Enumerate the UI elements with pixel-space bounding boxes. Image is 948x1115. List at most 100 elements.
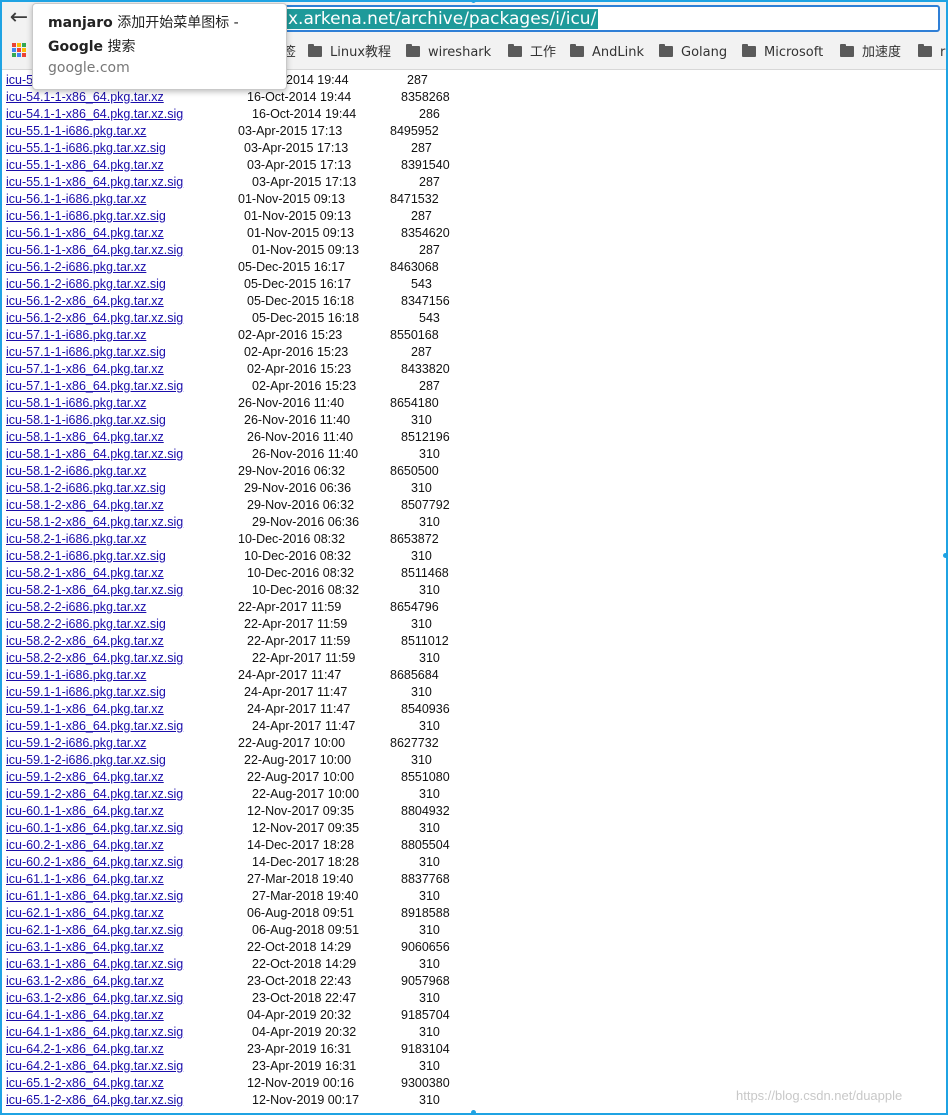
bookmark-item[interactable]: Linux教程 [308,44,391,62]
file-date: 23-Apr-2019 16:31 [247,1042,352,1056]
file-link[interactable]: icu-58.2-2-i686.pkg.tar.xz [6,599,146,616]
file-link[interactable]: icu-58.1-2-x86_64.pkg.tar.xz [6,497,164,514]
file-link[interactable]: icu-59.1-2-i686.pkg.tar.xz.sig [6,752,166,769]
file-date: 24-Apr-2017 11:47 [238,668,342,682]
file-link[interactable]: icu-58.2-2-i686.pkg.tar.xz.sig [6,616,166,633]
file-row: icu-61.1-1-x86_64.pkg.tar.xz.sig 27-Mar-2… [6,888,936,905]
file-size: 287 [411,345,432,359]
file-size: 310 [419,923,440,937]
resize-handle-right[interactable] [943,553,948,558]
file-link[interactable]: icu-59.1-1-i686.pkg.tar.xz.sig [6,684,166,701]
file-link[interactable]: icu-64.2-1-x86_64.pkg.tar.xz.sig [6,1058,183,1075]
file-link[interactable]: icu-54.1-1-x86_64.pkg.tar.xz.sig [6,106,183,123]
file-size: 8685684 [390,668,439,682]
file-link[interactable]: icu-63.1-2-x86_64.pkg.tar.xz.sig [6,990,183,1007]
bookmark-item[interactable]: Microsoft [742,44,823,62]
file-link[interactable]: icu-56.1-1-x86_64.pkg.tar.xz.sig [6,242,183,259]
file-link[interactable]: icu-58.2-2-x86_64.pkg.tar.xz [6,633,164,650]
file-row: icu-64.1-1-x86_64.pkg.tar.xz.sig 04-Apr-2… [6,1024,936,1041]
file-size: 310 [419,583,440,597]
file-link[interactable]: icu-64.2-1-x86_64.pkg.tar.xz [6,1041,164,1058]
file-link[interactable]: icu-58.2-2-x86_64.pkg.tar.xz.sig [6,650,183,667]
bookmark-item[interactable]: Golang [659,44,727,62]
file-link[interactable]: icu-57.1-1-x86_64.pkg.tar.xz [6,361,164,378]
bookmark-label: wireshark [428,45,492,60]
file-link[interactable]: icu-58.1-1-i686.pkg.tar.xz.sig [6,412,166,429]
file-link[interactable]: icu-59.1-2-x86_64.pkg.tar.xz [6,769,164,786]
file-link[interactable]: icu-63.1-2-x86_64.pkg.tar.xz [6,973,164,990]
file-link[interactable]: icu-61.1-1-x86_64.pkg.tar.xz.sig [6,888,183,905]
file-row: icu-55.1-1-i686.pkg.tar.xz 03-Apr-2015 17… [6,123,936,140]
file-link[interactable]: icu-55.1-1-i686.pkg.tar.xz.sig [6,140,166,157]
file-link[interactable]: icu-55.1-1-x86_64.pkg.tar.xz [6,157,164,174]
file-link[interactable]: icu-55.1-1-x86_64.pkg.tar.xz.sig [6,174,183,191]
file-link[interactable]: icu-65.1-2-x86_64.pkg.tar.xz [6,1075,164,1092]
address-bar-url[interactable]: x.arkena.net/archive/packages/i/icu/ [286,9,599,29]
file-link[interactable]: icu-58.2-1-i686.pkg.tar.xz [6,531,146,548]
file-link[interactable]: icu-58.1-2-i686.pkg.tar.xz.sig [6,480,166,497]
file-link[interactable]: icu-56.1-2-x86_64.pkg.tar.xz [6,293,164,310]
suggestion-title[interactable]: manjaro 添加开始菜单图标 - [48,12,239,32]
resize-handle-bottom[interactable] [471,1110,476,1115]
file-link[interactable]: icu-62.1-1-x86_64.pkg.tar.xz.sig [6,922,183,939]
file-link[interactable]: icu-58.1-2-x86_64.pkg.tar.xz.sig [6,514,183,531]
file-link[interactable]: icu-58.2-1-i686.pkg.tar.xz.sig [6,548,166,565]
file-date: 22-Aug-2017 10:00 [238,736,346,750]
file-link[interactable]: icu-64.1-1-x86_64.pkg.tar.xz [6,1007,164,1024]
file-link[interactable]: icu-5 [6,72,33,89]
file-link[interactable]: icu-55.1-1-i686.pkg.tar.xz [6,123,146,140]
file-link[interactable]: icu-58.2-1-x86_64.pkg.tar.xz.sig [6,582,183,599]
file-link[interactable]: icu-56.1-1-x86_64.pkg.tar.xz [6,225,164,242]
file-link[interactable]: icu-58.1-1-x86_64.pkg.tar.xz.sig [6,446,183,463]
file-date: 22-Oct-2018 14:29 [247,940,352,954]
file-link[interactable]: icu-60.1-1-x86_64.pkg.tar.xz [6,803,164,820]
file-link[interactable]: icu-58.2-1-x86_64.pkg.tar.xz [6,565,164,582]
bookmark-label: Linux教程 [330,45,392,60]
back-arrow-icon[interactable]: ← [6,6,32,32]
file-size: 543 [411,277,432,291]
file-link[interactable]: icu-56.1-2-x86_64.pkg.tar.xz.sig [6,310,183,327]
file-row: icu-58.2-2-i686.pkg.tar.xz.sig 22-Apr-201… [6,616,936,633]
file-link[interactable]: icu-63.1-1-x86_64.pkg.tar.xz [6,939,164,956]
file-link[interactable]: icu-59.1-2-i686.pkg.tar.xz [6,735,146,752]
file-link[interactable]: icu-56.1-1-i686.pkg.tar.xz.sig [6,208,166,225]
file-link[interactable]: icu-56.1-1-i686.pkg.tar.xz [6,191,146,208]
file-link[interactable]: icu-65.1-2-x86_64.pkg.tar.xz.sig [6,1092,183,1109]
file-link[interactable]: icu-59.1-1-x86_64.pkg.tar.xz [6,701,164,718]
file-link[interactable]: icu-63.1-1-x86_64.pkg.tar.xz.sig [6,956,183,973]
bookmark-item[interactable]: 加速度 [840,44,901,62]
file-size: 8471532 [390,192,439,206]
bookmark-label: 工作 [530,45,557,60]
file-link[interactable]: icu-59.1-1-i686.pkg.tar.xz [6,667,146,684]
file-size: 310 [419,889,440,903]
file-link[interactable]: icu-56.1-2-i686.pkg.tar.xz.sig [6,276,166,293]
file-link[interactable]: icu-59.1-2-x86_64.pkg.tar.xz.sig [6,786,183,803]
file-link[interactable]: icu-56.1-2-i686.pkg.tar.xz [6,259,146,276]
file-link[interactable]: icu-60.1-1-x86_64.pkg.tar.xz.sig [6,820,183,837]
file-link[interactable]: icu-57.1-1-i686.pkg.tar.xz.sig [6,344,166,361]
bookmark-item[interactable]: AndLink [570,44,644,62]
bookmark-item[interactable]: wireshark [406,44,491,62]
file-link[interactable]: icu-60.2-1-x86_64.pkg.tar.xz [6,837,164,854]
apps-grid-icon[interactable] [12,43,26,57]
file-row: icu-59.1-2-i686.pkg.tar.xz 22-Aug-2017 10… [6,735,936,752]
file-link[interactable]: icu-57.1-1-i686.pkg.tar.xz [6,327,146,344]
file-link[interactable]: icu-62.1-1-x86_64.pkg.tar.xz [6,905,164,922]
file-link[interactable]: icu-60.2-1-x86_64.pkg.tar.xz.sig [6,854,183,871]
file-link[interactable]: icu-59.1-1-x86_64.pkg.tar.xz.sig [6,718,183,735]
file-row: icu-58.1-2-x86_64.pkg.tar.xz 29-Nov-2016 … [6,497,936,514]
bookmark-item[interactable]: r [918,44,945,62]
file-link[interactable]: icu-58.1-1-x86_64.pkg.tar.xz [6,429,164,446]
file-date: 03-Apr-2015 17:13 [244,141,349,155]
file-link[interactable]: icu-57.1-1-x86_64.pkg.tar.xz.sig [6,378,183,395]
file-link[interactable]: icu-64.1-1-x86_64.pkg.tar.xz.sig [6,1024,183,1041]
file-link[interactable]: icu-58.1-2-i686.pkg.tar.xz [6,463,146,480]
file-link[interactable]: icu-58.1-1-i686.pkg.tar.xz [6,395,146,412]
file-size: 8433820 [401,362,450,376]
file-link[interactable]: icu-54.1-1-x86_64.pkg.tar.xz [6,89,164,106]
file-row: icu-63.1-1-x86_64.pkg.tar.xz 22-Oct-2018 … [6,939,936,956]
file-link[interactable]: icu-61.1-1-x86_64.pkg.tar.xz [6,871,164,888]
omnibox-suggestion-popup[interactable]: manjaro 添加开始菜单图标 - Google 搜索 google.com [32,3,287,90]
bookmark-item[interactable]: 工作 [508,44,556,62]
file-row: icu-62.1-1-x86_64.pkg.tar.xz 06-Aug-2018 … [6,905,936,922]
